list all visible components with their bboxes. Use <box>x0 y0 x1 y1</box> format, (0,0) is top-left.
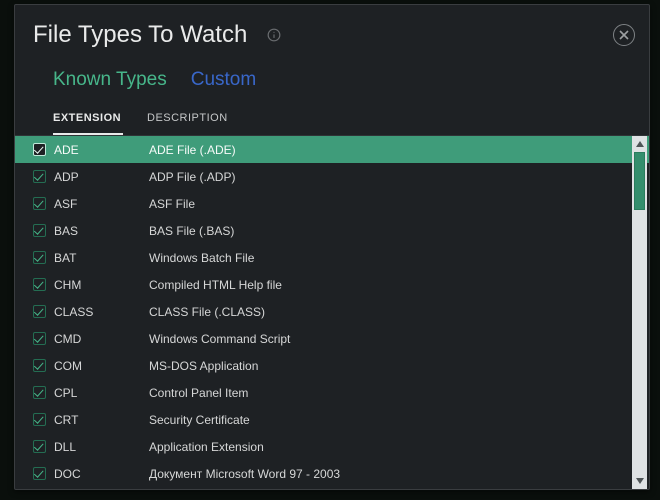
row-checkbox[interactable] <box>33 467 46 480</box>
row-description: Документ Microsoft Word 97 - 2003 <box>149 467 649 481</box>
row-description: Control Panel Item <box>149 386 649 400</box>
row-checkbox[interactable] <box>33 386 46 399</box>
row-extension: ASF <box>54 197 149 211</box>
row-extension: CHM <box>54 278 149 292</box>
row-checkbox[interactable] <box>33 197 46 210</box>
row-extension: CMD <box>54 332 149 346</box>
row-description: CLASS File (.CLASS) <box>149 305 649 319</box>
table-row[interactable]: CLASSCLASS File (.CLASS) <box>15 298 649 325</box>
row-extension: ADP <box>54 170 149 184</box>
scroll-up-button[interactable] <box>632 136 647 152</box>
table-row[interactable]: CPLControl Panel Item <box>15 379 649 406</box>
info-icon[interactable] <box>267 28 281 42</box>
row-checkbox[interactable] <box>33 413 46 426</box>
table-row[interactable]: CMDWindows Command Script <box>15 325 649 352</box>
table-row[interactable]: BASBAS File (.BAS) <box>15 217 649 244</box>
table-header: EXTENSION DESCRIPTION <box>15 105 649 136</box>
row-description: Security Certificate <box>149 413 649 427</box>
row-description: MS-DOS Application <box>149 359 649 373</box>
table-row[interactable]: BATWindows Batch File <box>15 244 649 271</box>
column-header-extension[interactable]: EXTENSION <box>53 112 123 135</box>
row-extension: ADE <box>54 143 149 157</box>
row-checkbox[interactable] <box>33 359 46 372</box>
row-extension: DLL <box>54 440 149 454</box>
row-description: Application Extension <box>149 440 649 454</box>
table-row[interactable]: ADEADE File (.ADE) <box>15 136 649 163</box>
row-checkbox[interactable] <box>33 143 46 156</box>
row-extension: BAS <box>54 224 149 238</box>
tab-strip: Known Types Custom <box>15 63 649 105</box>
column-header-description[interactable]: DESCRIPTION <box>147 112 228 128</box>
table-row[interactable]: DLLApplication Extension <box>15 433 649 460</box>
row-extension: BAT <box>54 251 149 265</box>
scrollbar-track[interactable] <box>632 152 647 473</box>
row-description: Windows Command Script <box>149 332 649 346</box>
table-row[interactable]: ASFASF File <box>15 190 649 217</box>
table-wrap: ADEADE File (.ADE)ADPADP File (.ADP)ASFA… <box>15 136 649 489</box>
table-row[interactable]: COMMS-DOS Application <box>15 352 649 379</box>
table-row[interactable]: CRTSecurity Certificate <box>15 406 649 433</box>
table-row[interactable]: CHMCompiled HTML Help file <box>15 271 649 298</box>
scrollbar-thumb[interactable] <box>634 152 645 210</box>
close-button[interactable] <box>613 24 635 46</box>
row-description: ASF File <box>149 197 649 211</box>
row-extension: CRT <box>54 413 149 427</box>
table-row[interactable]: ADPADP File (.ADP) <box>15 163 649 190</box>
tab-known-types[interactable]: Known Types <box>53 69 167 91</box>
row-extension: COM <box>54 359 149 373</box>
table-row[interactable]: DOCДокумент Microsoft Word 97 - 2003 <box>15 460 649 487</box>
scroll-down-button[interactable] <box>632 473 647 489</box>
row-extension: DOC <box>54 467 149 481</box>
row-checkbox[interactable] <box>33 251 46 264</box>
row-checkbox[interactable] <box>33 224 46 237</box>
row-extension: CPL <box>54 386 149 400</box>
row-checkbox[interactable] <box>33 278 46 291</box>
row-checkbox[interactable] <box>33 170 46 183</box>
row-extension: CLASS <box>54 305 149 319</box>
tab-custom[interactable]: Custom <box>191 69 256 91</box>
row-checkbox[interactable] <box>33 305 46 318</box>
settings-panel: File Types To Watch Known Types Custom E… <box>14 4 650 490</box>
row-checkbox[interactable] <box>33 440 46 453</box>
file-type-list[interactable]: ADEADE File (.ADE)ADPADP File (.ADP)ASFA… <box>15 136 649 489</box>
row-description: BAS File (.BAS) <box>149 224 649 238</box>
panel-header: File Types To Watch <box>15 5 649 63</box>
row-checkbox[interactable] <box>33 332 46 345</box>
scrollbar[interactable] <box>632 136 647 489</box>
row-description: Windows Batch File <box>149 251 649 265</box>
row-description: Compiled HTML Help file <box>149 278 649 292</box>
panel-title: File Types To Watch <box>33 21 247 49</box>
row-description: ADE File (.ADE) <box>149 143 649 157</box>
row-description: ADP File (.ADP) <box>149 170 649 184</box>
